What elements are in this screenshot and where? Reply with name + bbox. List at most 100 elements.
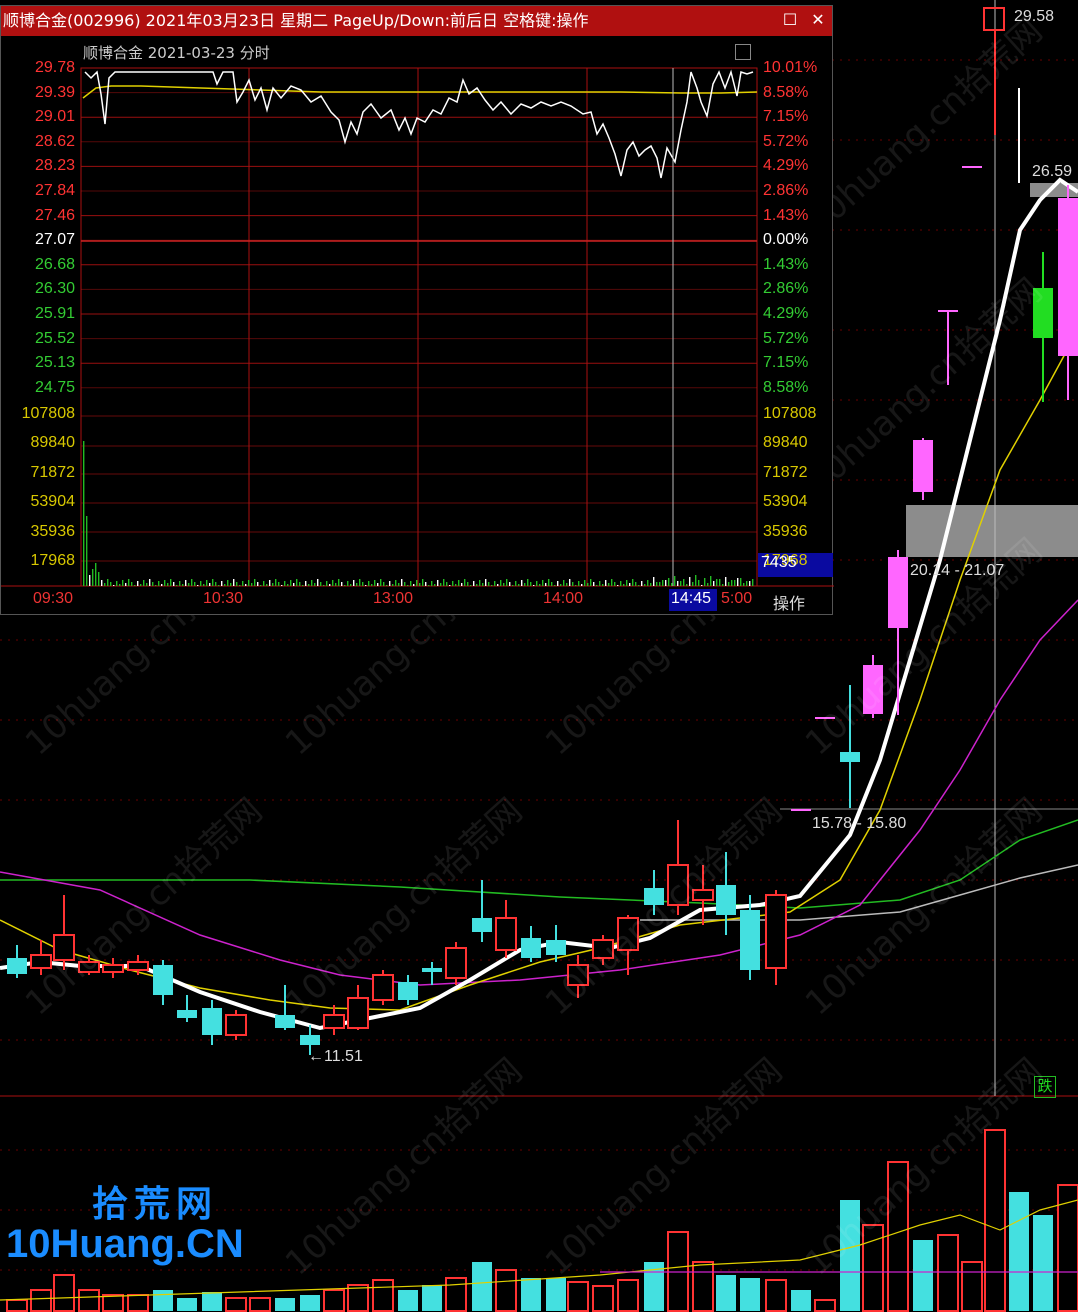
intraday-volume-bar [557,581,559,586]
volume-bar [692,1261,714,1312]
candle-body[interactable] [938,310,958,312]
intraday-volume-bar [713,581,715,586]
intraday-volume-bar [659,582,661,586]
candle-body[interactable] [347,997,369,1029]
candle-body[interactable] [692,889,714,901]
intraday-volume-bar [419,583,421,586]
candle-body[interactable] [644,888,664,905]
candle-body[interactable] [863,665,883,714]
intraday-volume-bar [671,583,673,586]
candle-body[interactable] [30,954,52,969]
candle-body[interactable] [567,964,589,986]
candle-body[interactable] [472,918,492,932]
candle-body[interactable] [372,974,394,1001]
percent-axis-label: 10.01% [763,59,818,76]
candle-body[interactable] [815,717,835,719]
candle-body[interactable] [53,934,75,961]
intraday-chart[interactable] [1,6,834,616]
intraday-volume-bar [488,582,490,586]
candle-body[interactable] [765,894,787,969]
intraday-volume-bar [299,582,301,586]
intraday-volume-bar [746,581,748,586]
intraday-volume-bar [599,581,601,586]
candle-body[interactable] [445,947,467,979]
volume-bar [840,1200,860,1311]
candle-body[interactable] [592,939,614,959]
candle-body[interactable] [1033,288,1053,338]
intraday-window[interactable]: 顺博合金(002996) 2021年03月23日 星期二 PageUp/Down… [0,5,834,616]
intraday-volume-bar [146,583,148,586]
candle-body[interactable] [791,809,811,811]
intraday-volume-bar [632,579,634,586]
candle-body[interactable] [300,1035,320,1045]
candle-body[interactable] [495,917,517,951]
candle-body[interactable] [202,1008,222,1035]
volume-bar [887,1161,909,1312]
candle-body[interactable] [962,166,982,168]
intraday-volume-bar [365,585,367,586]
price-axis-label: 29.78 [34,59,75,76]
percent-axis-label: 1.43% [763,206,809,224]
candle-body[interactable] [78,961,100,973]
candle-body[interactable] [1058,198,1078,356]
intraday-volume-bar [263,581,265,586]
intraday-volume-bar [623,584,625,586]
time-label: 14:00 [543,590,584,607]
intraday-volume-bar [83,441,85,586]
candle-body[interactable] [323,1014,345,1029]
candle-body[interactable] [398,982,418,1000]
candle-body[interactable] [127,961,149,971]
candle-body[interactable] [225,1014,247,1036]
intraday-volume-bar [614,582,616,586]
candle-body[interactable] [153,965,173,995]
candle-body[interactable] [521,938,541,958]
intraday-volume-bar [275,579,277,586]
volume-axis-label: 71872 [30,463,76,481]
candle-body[interactable] [102,964,124,973]
price-axis-label: 25.91 [34,305,75,322]
candle-body[interactable] [716,885,736,915]
intraday-volume-bar [476,584,478,586]
intraday-volume-bar [173,582,175,586]
intraday-volume-bar [200,581,202,586]
candle-body[interactable] [275,1015,295,1028]
intraday-volume-bar [92,569,94,586]
intraday-volume-bar [563,580,565,586]
intraday-volume-bar [191,579,193,586]
operate-button[interactable]: 操作 [773,590,805,614]
intraday-volume-bar [206,580,208,586]
intraday-volume-bar [353,580,355,586]
candle-body[interactable] [740,910,760,970]
volume-bar [445,1277,467,1312]
intraday-volume-bar [233,579,235,586]
signal-badge[interactable]: 跌 [1034,1076,1056,1098]
volume-bar [984,1129,1006,1312]
intraday-volume-bar [335,583,337,586]
price-axis-label: 27.46 [34,206,75,224]
intraday-volume-bar [404,582,406,586]
candle-body[interactable] [840,752,860,762]
intraday-volume-bar [203,584,205,586]
intraday-volume-bar [413,584,415,586]
intraday-volume-bar [704,578,706,586]
intraday-volume-bar [209,583,211,586]
candle-body[interactable] [913,440,933,492]
percent-axis-label: 0.00% [763,231,809,249]
intraday-volume-bar [386,585,388,586]
intraday-volume-bar [539,584,541,586]
candle-body[interactable] [546,940,566,955]
candle-body[interactable] [617,917,639,951]
intraday-volume-bar [356,583,358,586]
candle-body[interactable] [667,864,689,906]
intraday-volume-bar [620,581,622,586]
candle-body[interactable] [888,557,908,628]
percent-axis-label: 8.58% [763,378,809,396]
volume-bar [716,1275,736,1311]
candle-body[interactable] [7,958,27,974]
volume-bar [740,1278,760,1311]
intraday-volume-bar [359,579,361,586]
candle-body[interactable] [177,1010,197,1018]
candle-body[interactable] [422,968,442,972]
intraday-volume-bar [86,516,88,586]
intraday-volume-bar [503,583,505,586]
